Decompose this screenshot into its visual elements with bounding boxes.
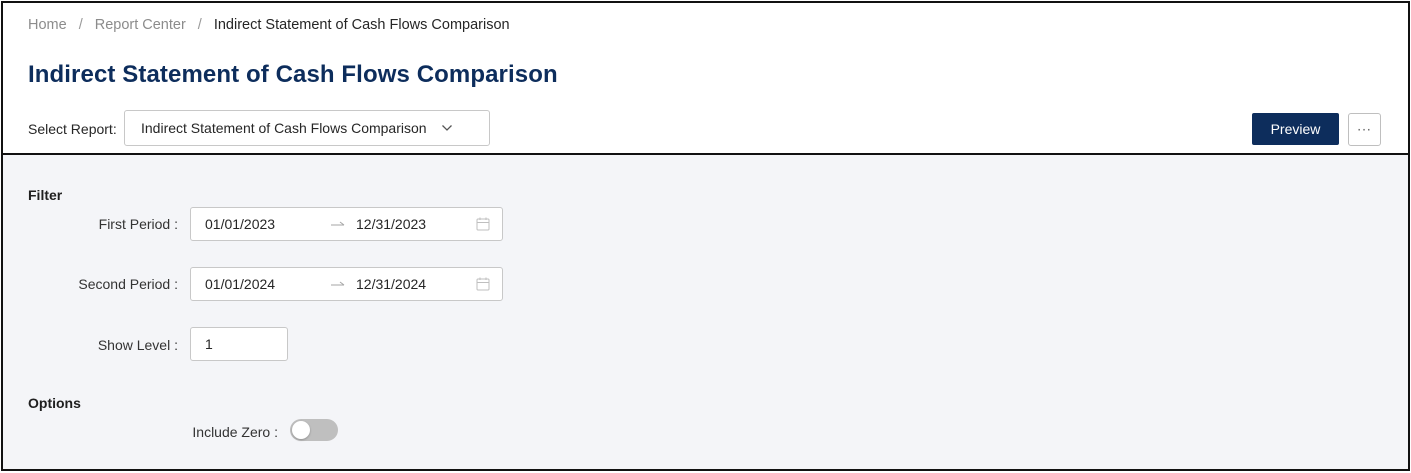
breadcrumb-home[interactable]: Home [28, 17, 67, 33]
second-period-end-date[interactable]: 12/31/2024 [356, 276, 426, 292]
first-period-start-date[interactable]: 01/01/2023 [205, 216, 275, 232]
first-period-label: First Period : [98, 216, 178, 232]
report-page: Home / Report Center / Indirect Statemen… [1, 1, 1410, 471]
toggle-knob [292, 421, 310, 439]
include-zero-toggle[interactable] [290, 419, 338, 441]
breadcrumb-separator: / [197, 17, 202, 33]
calendar-icon[interactable] [476, 277, 490, 291]
first-period-end-date[interactable]: 12/31/2023 [356, 216, 426, 232]
report-select[interactable]: Indirect Statement of Cash Flows Compari… [124, 110, 490, 146]
page-header: Home / Report Center / Indirect Statemen… [3, 3, 1408, 155]
first-period-range-picker[interactable]: 01/01/2023 12/31/2023 [190, 207, 503, 241]
include-zero-label: Include Zero : [192, 424, 278, 440]
calendar-icon[interactable] [476, 217, 490, 231]
breadcrumb-current: Indirect Statement of Cash Flows Compari… [213, 17, 510, 33]
second-period-label: Second Period : [78, 276, 178, 292]
breadcrumb: Home / Report Center / Indirect Statemen… [28, 17, 510, 33]
preview-button[interactable]: Preview [1252, 113, 1339, 145]
arrow-right-icon [329, 276, 347, 292]
arrow-right-icon [329, 216, 347, 232]
select-report-label: Select Report: [28, 121, 117, 137]
options-section-label: Options [28, 395, 81, 411]
second-period-range-picker[interactable]: 01/01/2024 12/31/2024 [190, 267, 503, 301]
show-level-input[interactable] [190, 327, 288, 361]
second-period-start-date[interactable]: 01/01/2024 [205, 276, 275, 292]
page-title: Indirect Statement of Cash Flows Compari… [28, 61, 558, 88]
breadcrumb-separator: / [78, 17, 83, 33]
breadcrumb-report-center[interactable]: Report Center [95, 17, 186, 33]
more-options-button[interactable]: ··· [1348, 113, 1381, 146]
report-select-value: Indirect Statement of Cash Flows Compari… [141, 120, 427, 136]
chevron-down-icon [440, 121, 454, 135]
show-level-label: Show Level : [97, 337, 178, 353]
filter-section-label: Filter [28, 187, 63, 203]
